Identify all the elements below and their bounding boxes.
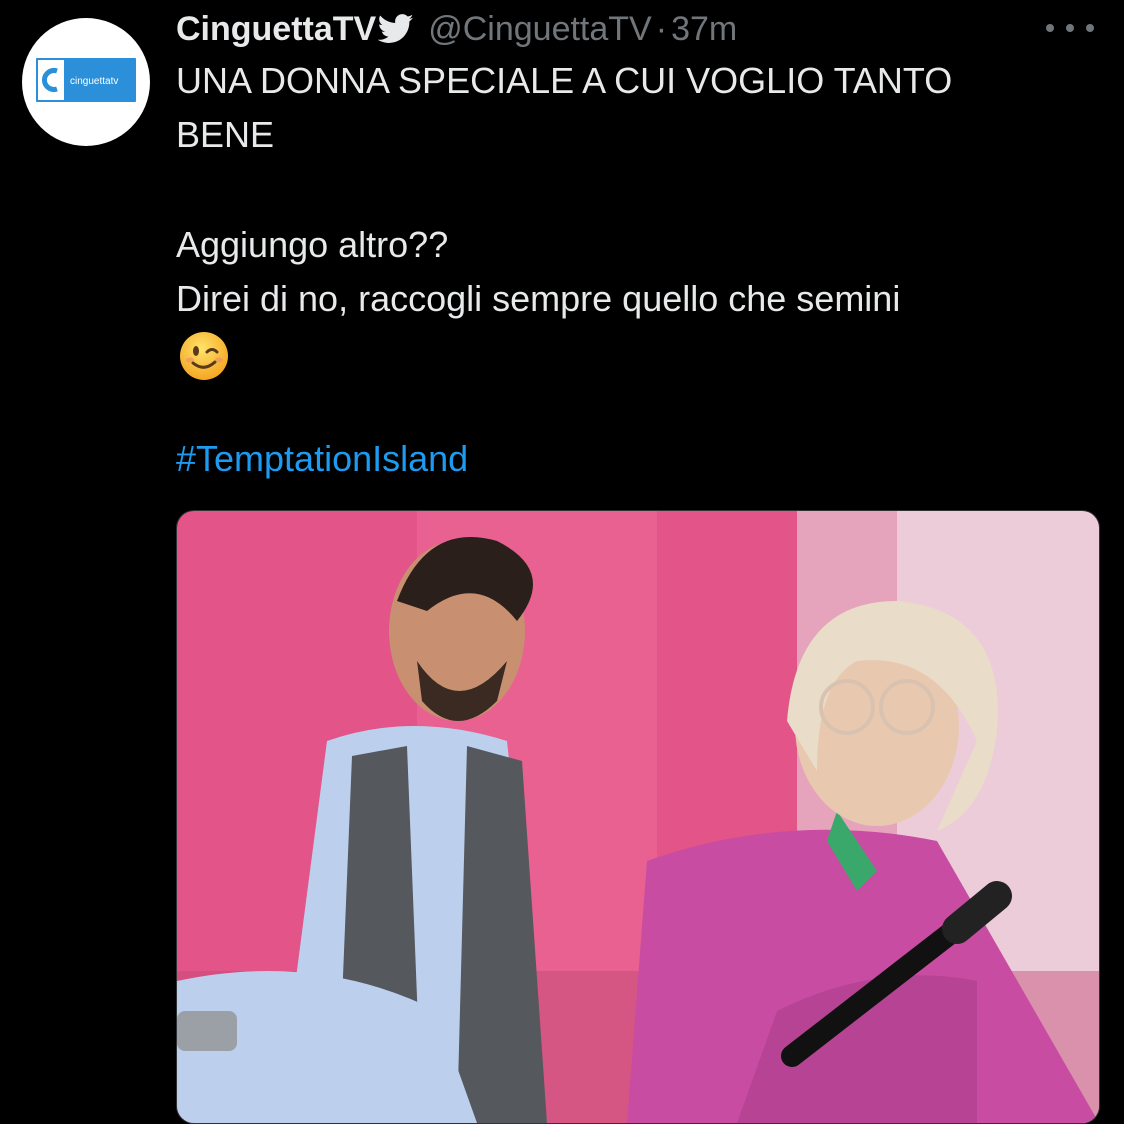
more-options-icon[interactable]: [1046, 16, 1094, 40]
tweet-text-line-1: UNA DONNA SPECIALE A CUI VOGLIO TANTO: [176, 60, 953, 101]
photo-illustration: [177, 511, 1099, 1123]
tweet-media-photo[interactable]: [176, 510, 1100, 1124]
tweet-text-line-2: BENE: [176, 114, 275, 155]
dot: [1066, 24, 1074, 32]
author-avatar[interactable]: cinguettatv: [22, 18, 150, 146]
separator-dot: ·: [655, 9, 668, 48]
winking-face-emoji: [180, 332, 228, 380]
tweet-text-line-4: Direi di no, raccogli sempre quello che …: [176, 278, 901, 319]
dot: [1086, 24, 1094, 32]
cinguettatv-logo: cinguettatv: [36, 58, 136, 102]
author-name[interactable]: CinguettaTV: [176, 10, 376, 49]
dot: [1046, 24, 1054, 32]
hashtag-link[interactable]: #TemptationIsland: [176, 432, 468, 486]
author-handle[interactable]: @CinguettaTV: [428, 10, 652, 49]
tweet-timestamp[interactable]: 37m: [671, 10, 737, 49]
bird-icon: [378, 14, 414, 43]
logo-text: cinguettatv: [70, 76, 118, 87]
tweet-text-line-3: Aggiungo altro??: [176, 224, 449, 265]
tweet-header: CinguettaTV @CinguettaTV · 37m: [176, 4, 737, 54]
